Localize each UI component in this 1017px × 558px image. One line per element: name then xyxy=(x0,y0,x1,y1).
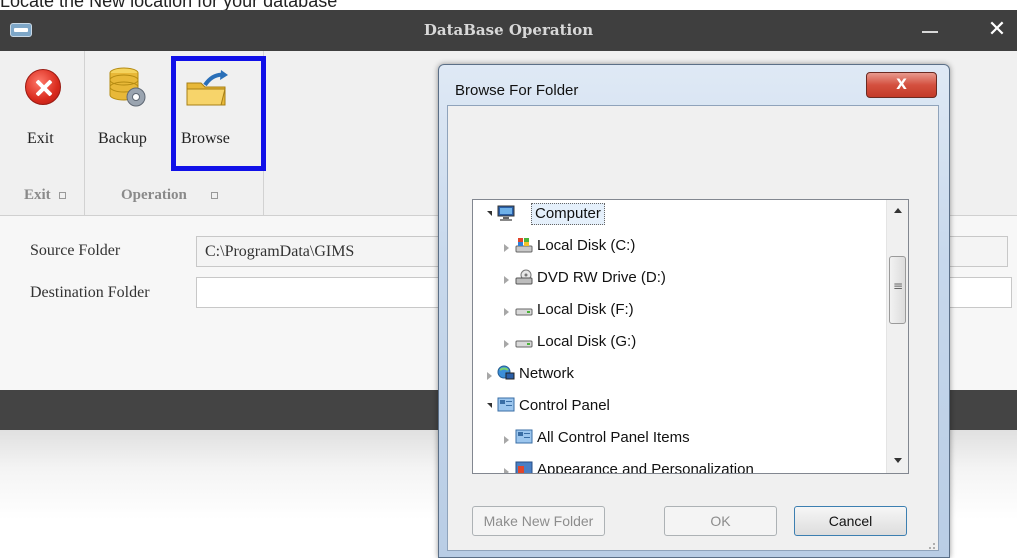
browse-folder-dialog: Browse For Folder X Computer Local Disk … xyxy=(438,64,950,558)
backup-button-label: Backup xyxy=(98,130,147,147)
scroll-up-arrow-icon[interactable] xyxy=(894,208,902,213)
tree-item-label: Local Disk (C:) xyxy=(537,237,636,254)
expanded-arrow-icon[interactable] xyxy=(487,403,492,408)
tree-scrollbar[interactable] xyxy=(886,200,908,473)
ribbon-separator xyxy=(84,51,85,215)
minimize-button[interactable] xyxy=(922,31,938,33)
caption-text: Locate the New location for your databas… xyxy=(0,0,338,10)
ribbon-group-exit: Exit xyxy=(24,187,66,204)
make-new-folder-button[interactable]: Make New Folder xyxy=(472,506,605,536)
control-panel-icon xyxy=(515,429,533,444)
network-icon xyxy=(497,365,515,380)
tree-item-label: Local Disk (F:) xyxy=(537,301,634,318)
tree-item-label: Computer xyxy=(531,203,605,225)
source-folder-label: Source Folder xyxy=(30,242,121,259)
tree-item-label: Appearance and Personalization xyxy=(537,461,754,474)
scroll-down-arrow-icon[interactable] xyxy=(894,458,902,463)
ok-button[interactable]: OK xyxy=(664,506,777,536)
tree-item-label: All Control Panel Items xyxy=(537,429,690,446)
scroll-thumb[interactable] xyxy=(889,256,906,324)
dialog-close-button[interactable]: X xyxy=(866,72,937,98)
tutorial-caption: Locate the New location for your databas… xyxy=(0,0,1017,10)
computer-icon xyxy=(497,205,515,221)
group-launcher-icon[interactable] xyxy=(58,192,66,200)
cancel-button[interactable]: Cancel xyxy=(794,506,907,536)
dvd-drive-icon xyxy=(515,269,533,285)
browse-highlight-box xyxy=(171,56,266,171)
database-gear-icon xyxy=(109,67,146,107)
collapsed-arrow-icon[interactable] xyxy=(504,468,509,473)
control-panel-icon xyxy=(497,397,515,412)
ribbon-group-label: Operation xyxy=(121,187,187,203)
collapsed-arrow-icon[interactable] xyxy=(487,372,492,380)
hard-drive-icon xyxy=(515,340,533,348)
close-button[interactable]: ✕ xyxy=(982,15,1012,45)
expanded-arrow-icon[interactable] xyxy=(487,211,492,216)
system-drive-icon xyxy=(515,238,533,253)
window-title: DataBase Operation xyxy=(423,21,594,39)
collapsed-arrow-icon[interactable] xyxy=(504,340,509,348)
tree-item-label: Local Disk (G:) xyxy=(537,333,637,350)
appearance-icon xyxy=(515,461,533,473)
collapsed-arrow-icon[interactable] xyxy=(504,308,509,316)
destination-folder-label: Destination Folder xyxy=(30,284,150,301)
dialog-title: Browse For Folder xyxy=(455,82,579,99)
collapsed-arrow-icon[interactable] xyxy=(504,436,509,444)
tree-item-label: Network xyxy=(519,365,575,382)
tree-item-label: DVD RW Drive (D:) xyxy=(537,269,666,286)
group-launcher-icon[interactable] xyxy=(210,192,218,200)
tree-item-label: Control Panel xyxy=(519,397,610,414)
exit-icon xyxy=(25,69,61,105)
ribbon-group-operation: Operation xyxy=(121,187,218,204)
collapsed-arrow-icon[interactable] xyxy=(504,244,509,252)
dialog-body: Computer Local Disk (C:) DVD RW Drive (D… xyxy=(447,105,939,551)
app-titlebar[interactable]: DataBase Operation ✕ xyxy=(0,10,1017,51)
resize-grip-icon[interactable] xyxy=(924,538,936,550)
hard-drive-icon xyxy=(515,308,533,316)
collapsed-arrow-icon[interactable] xyxy=(504,276,509,284)
exit-button-label: Exit xyxy=(27,130,54,147)
ribbon-group-label: Exit xyxy=(24,187,51,203)
folder-tree[interactable]: Computer Local Disk (C:) DVD RW Drive (D… xyxy=(472,199,909,474)
